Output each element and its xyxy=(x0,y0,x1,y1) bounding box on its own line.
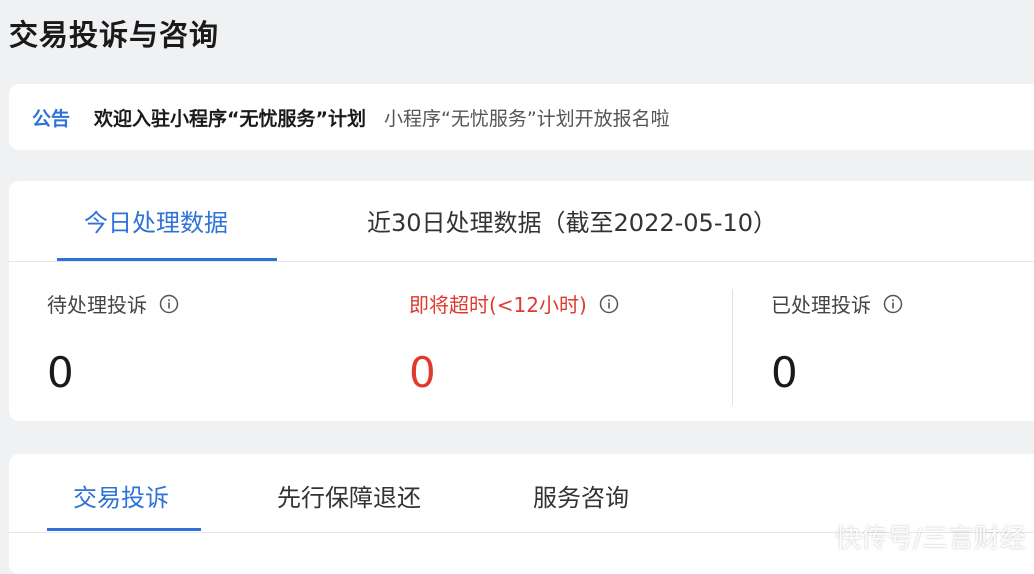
stat-expiring-value: 0 xyxy=(409,348,436,397)
stats-divider xyxy=(732,289,733,405)
active-tab-indicator xyxy=(47,528,201,531)
stat-processed-label: 已处理投诉 xyxy=(771,293,871,317)
stat-pending: 待处理投诉 0 xyxy=(47,289,179,397)
stat-pending-label-row: 待处理投诉 xyxy=(47,289,179,318)
stats-tabs: 今日处理数据 近30日处理数据（截至2022-05-10） xyxy=(9,181,1034,262)
stat-processed-value: 0 xyxy=(771,348,798,397)
stat-processed-label-row: 已处理投诉 xyxy=(771,289,903,318)
notice-description[interactable]: 小程序“无忧服务”计划开放报名啦 xyxy=(384,104,670,131)
tab-30-day-data[interactable]: 近30日处理数据（截至2022-05-10） xyxy=(367,203,777,238)
info-circle-icon[interactable] xyxy=(883,294,903,314)
tab-service-consultation[interactable]: 服务咨询 xyxy=(533,478,629,513)
stats-panel: 今日处理数据 近30日处理数据（截至2022-05-10） 待处理投诉 0 即将… xyxy=(9,181,1034,421)
stat-pending-label: 待处理投诉 xyxy=(47,293,147,317)
tab-transaction-complaints[interactable]: 交易投诉 xyxy=(73,478,169,513)
info-circle-icon[interactable] xyxy=(599,294,619,314)
stat-pending-value: 0 xyxy=(47,348,74,397)
complaints-panel: 交易投诉 先行保障退还 服务咨询 xyxy=(9,454,1034,574)
stat-expiring: 即将超时(<12小时) 0 xyxy=(409,289,619,397)
notice-banner[interactable]: 公告 欢迎入驻小程序“无忧服务”计划 小程序“无忧服务”计划开放报名啦 xyxy=(9,84,1034,150)
stat-processed: 已处理投诉 0 xyxy=(771,289,903,397)
stat-expiring-label: 即将超时(<12小时) xyxy=(409,293,587,317)
page-title: 交易投诉与咨询 xyxy=(9,18,220,52)
notice-title[interactable]: 欢迎入驻小程序“无忧服务”计划 xyxy=(94,104,366,131)
info-circle-icon[interactable] xyxy=(159,294,179,314)
tab-guarantee-refund[interactable]: 先行保障退还 xyxy=(277,478,421,513)
stat-expiring-label-row: 即将超时(<12小时) xyxy=(409,289,619,318)
notice-tag: 公告 xyxy=(32,107,71,130)
watermark: 快传号/三言财经 xyxy=(835,524,1026,554)
active-tab-indicator xyxy=(57,258,277,261)
tab-today-data[interactable]: 今日处理数据 xyxy=(84,203,228,238)
